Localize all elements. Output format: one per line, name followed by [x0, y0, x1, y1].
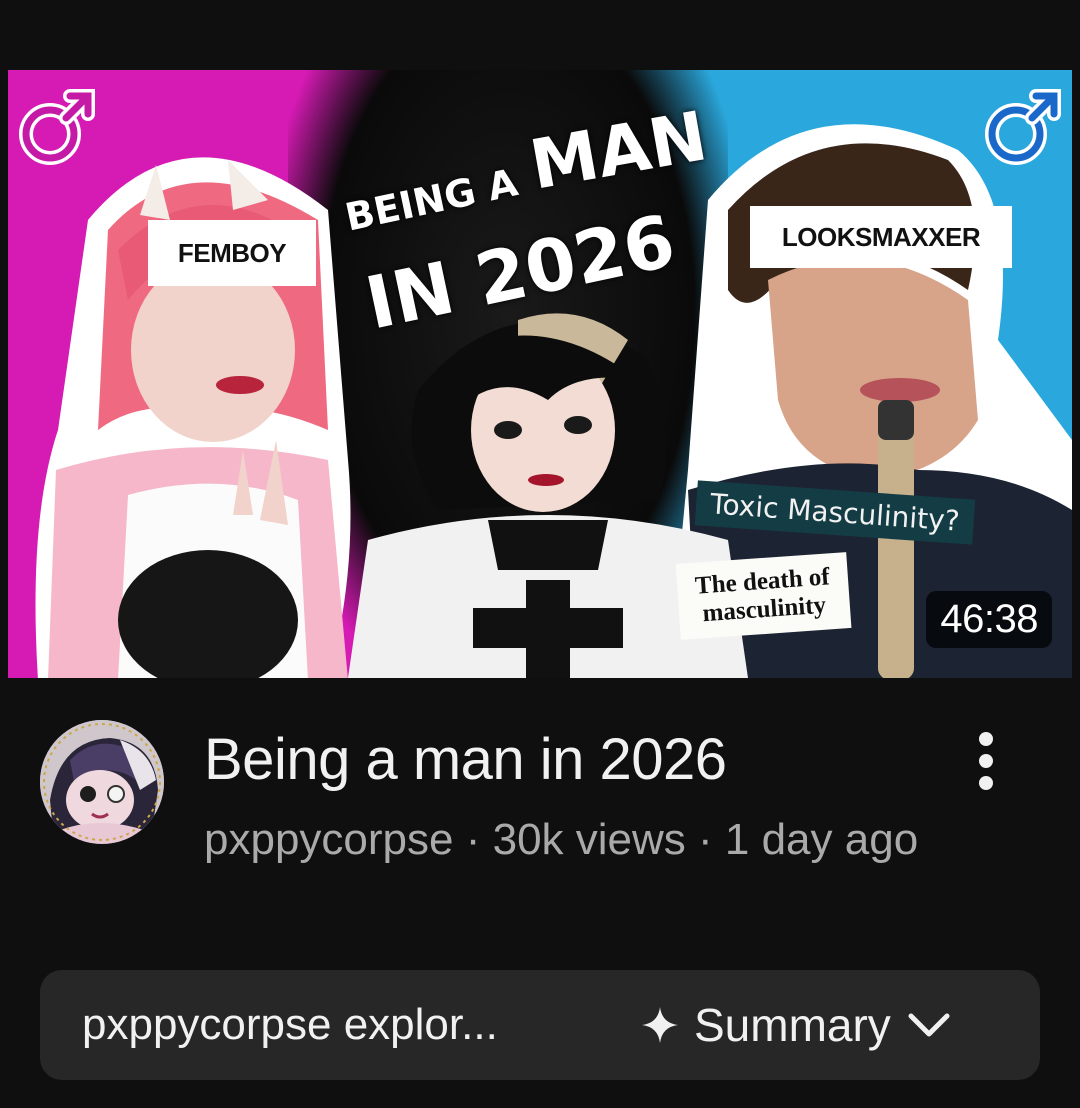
duration-badge: 46:38 — [926, 591, 1052, 648]
video-meta: pxppycorpse · 30k views · 1 day ago — [204, 812, 924, 868]
video-thumbnail[interactable]: BEING A MAN IN 2026 FEMBOY LOOKSMAXXER T… — [8, 70, 1072, 678]
summary-bar[interactable]: pxppycorpse explor... Summary — [40, 970, 1040, 1080]
thumbnail-person-left — [28, 100, 358, 678]
description-preview[interactable]: pxppycorpse explor... — [82, 970, 498, 1080]
male-symbol-icon — [14, 82, 102, 170]
upload-age: 1 day ago — [724, 815, 919, 864]
more-options-button[interactable] — [958, 726, 1014, 796]
sparkle-icon — [640, 1005, 680, 1045]
more-options-icon-dot — [979, 776, 993, 790]
channel-avatar[interactable] — [40, 720, 164, 844]
male-symbol-icon — [980, 82, 1068, 170]
chevron-down-icon — [905, 1010, 953, 1040]
view-count: 30k views — [492, 815, 686, 864]
meta-separator: · — [685, 815, 725, 864]
label-looksmaxxer: LOOKSMAXXER — [750, 206, 1012, 268]
video-title[interactable]: Being a man in 2026 — [204, 726, 727, 793]
more-options-icon — [979, 732, 993, 746]
summary-button[interactable]: Summary — [640, 970, 953, 1080]
summary-label: Summary — [694, 999, 891, 1051]
meta-separator: · — [453, 815, 493, 864]
label-femboy: FEMBOY — [148, 220, 316, 286]
tag-death-of-masculinity: The death of masculinity — [675, 552, 852, 640]
video-card: BEING A MAN IN 2026 FEMBOY LOOKSMAXXER T… — [0, 0, 1080, 1108]
more-options-icon-dot — [979, 754, 993, 768]
channel-name[interactable]: pxppycorpse — [204, 815, 453, 864]
